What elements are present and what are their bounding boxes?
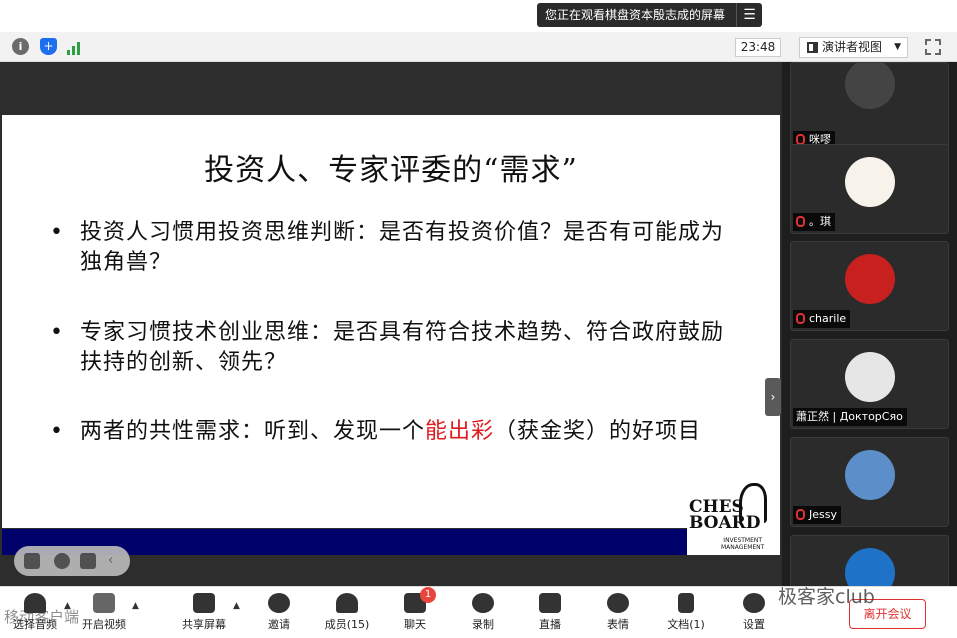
members-icon bbox=[336, 593, 358, 613]
screen-share-banner: 您正在观看棋盘资本殷志成的屏幕 ☰ bbox=[537, 3, 762, 27]
share-screen-button[interactable]: 共享屏幕 bbox=[180, 593, 228, 632]
participant-tile[interactable]: 咪嘐 bbox=[790, 62, 949, 152]
invite-button[interactable]: 邀请 bbox=[262, 593, 296, 632]
view-mode-label: 演讲者视图 bbox=[822, 40, 883, 54]
collapse-icon[interactable]: ‹ bbox=[108, 553, 124, 569]
members-button[interactable]: 成员(15) bbox=[322, 593, 372, 632]
meeting-info-toolbar: i + 23:48 演讲者视图 ▼ bbox=[0, 32, 957, 62]
bullet-text: 投资人习惯用投资思维判断：是否有投资价值？是否有可能成为独角兽？ bbox=[80, 220, 725, 275]
mic-muted-icon bbox=[796, 509, 805, 520]
presentation-slide: 投资人、专家评委的“需求” • 投资人习惯用投资思维判断：是否有投资价值？是否有… bbox=[2, 115, 780, 528]
meeting-window: 您正在观看棋盘资本殷志成的屏幕 ☰ i + 23:48 演讲者视图 ▼ 投资人、… bbox=[0, 0, 957, 638]
participant-tile[interactable]: 。琪 bbox=[790, 144, 949, 234]
participant-tile[interactable]: Jessy bbox=[790, 437, 949, 527]
watermark: 极客家club bbox=[778, 586, 875, 608]
live-button[interactable]: 直播 bbox=[533, 593, 567, 632]
layout-icon bbox=[807, 42, 818, 53]
bullet-text: 专家习惯技术创业思维：是否具有符合技术趋势、符合政府鼓励扶持的创新、领先？ bbox=[80, 320, 725, 375]
document-icon bbox=[678, 593, 694, 613]
video-button[interactable]: 开启视频 bbox=[80, 593, 128, 632]
highlight-text: 能出彩 bbox=[425, 419, 495, 444]
signal-icon[interactable] bbox=[67, 38, 84, 55]
avatar bbox=[845, 352, 895, 402]
emoji-icon[interactable] bbox=[54, 553, 70, 569]
gear-icon bbox=[743, 593, 765, 613]
fullscreen-icon[interactable] bbox=[925, 39, 941, 55]
annotation-grid-icon[interactable] bbox=[24, 553, 40, 569]
annotation-toolbar[interactable]: ‹ bbox=[14, 546, 130, 576]
meeting-timer: 23:48 bbox=[735, 38, 781, 57]
camera-off-icon bbox=[93, 593, 115, 613]
collapse-panel-button[interactable]: › bbox=[765, 378, 781, 416]
participant-tile[interactable]: 蕭正然 | ДокторСяо bbox=[790, 339, 949, 429]
avatar bbox=[845, 450, 895, 500]
avatar bbox=[845, 63, 895, 109]
chessboard-logo: CHES BOARD INVESTMENT MANAGEMENT bbox=[687, 479, 780, 555]
settings-button[interactable]: 设置 bbox=[737, 593, 771, 632]
watermark: 移动客户端 bbox=[4, 608, 80, 626]
chevron-down-icon: ▼ bbox=[894, 42, 901, 52]
share-screen-icon bbox=[193, 593, 215, 613]
chevron-up-icon[interactable]: ▲ bbox=[233, 601, 240, 611]
mic-muted-icon bbox=[796, 313, 805, 324]
bullet-text: 两者的共性需求：听到、发现一个能出彩（获金奖）的好项目 bbox=[80, 419, 702, 444]
chat-button[interactable]: 聊天 1 bbox=[398, 587, 436, 632]
share-banner-text: 您正在观看棋盘资本殷志成的屏幕 bbox=[545, 8, 726, 22]
avatar bbox=[845, 157, 895, 207]
top-banner-area: 您正在观看棋盘资本殷志成的屏幕 ☰ bbox=[0, 0, 957, 32]
documents-button[interactable]: 文档(1) bbox=[664, 593, 708, 632]
shield-icon[interactable]: + bbox=[40, 38, 57, 55]
chevron-up-icon[interactable]: ▲ bbox=[132, 601, 139, 611]
participant-tile[interactable]: charile bbox=[790, 241, 949, 331]
participant-panel: 咪嘐 。琪 charile 蕭正然 | ДокторСяо Jessy bbox=[782, 62, 957, 625]
unread-badge: 1 bbox=[420, 587, 436, 603]
live-icon bbox=[539, 593, 561, 613]
add-user-icon bbox=[268, 593, 290, 613]
menu-icon[interactable]: ☰ bbox=[736, 3, 762, 27]
record-icon bbox=[472, 593, 494, 613]
info-icon[interactable]: i bbox=[12, 38, 29, 55]
smiley-icon bbox=[607, 593, 629, 613]
comment-icon[interactable] bbox=[80, 553, 96, 569]
shared-screen: 投资人、专家评委的“需求” • 投资人习惯用投资思维判断：是否有投资价值？是否有… bbox=[0, 62, 782, 586]
slide-title: 投资人、专家评委的“需求” bbox=[204, 153, 578, 188]
record-button[interactable]: 录制 bbox=[466, 593, 500, 632]
reactions-button[interactable]: 表情 bbox=[601, 593, 635, 632]
avatar bbox=[845, 254, 895, 304]
mic-muted-icon bbox=[796, 216, 805, 227]
view-mode-dropdown[interactable]: 演讲者视图 ▼ bbox=[799, 37, 908, 58]
